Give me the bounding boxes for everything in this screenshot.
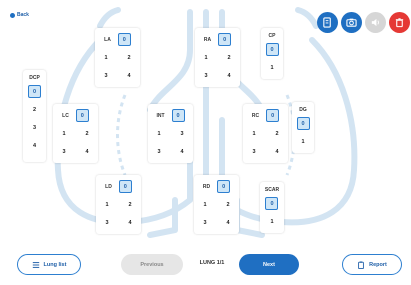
zone-dg-score-selected[interactable]: 0 (296, 117, 310, 130)
lung-list-button[interactable]: Lung list (17, 254, 81, 275)
zone-rd-score-option[interactable]: 1 (199, 198, 212, 211)
zone-int-score-option[interactable]: 3 (153, 145, 166, 158)
zone-cp: CP 0 1 (261, 28, 283, 79)
zone-rd: RD 0 12 34 (194, 175, 239, 234)
zone-int: INT 0 13 34 (148, 104, 193, 163)
zone-int-score-option[interactable]: 1 (153, 127, 166, 140)
zone-lc-title: LC (62, 112, 69, 119)
zone-ra-score-option[interactable]: 2 (223, 51, 236, 64)
zone-rd-score-option[interactable]: 3 (199, 216, 212, 229)
page-indicator: LUNG 1/1 (199, 260, 225, 266)
trash-icon (395, 18, 404, 28)
zone-ld-score-option[interactable]: 4 (124, 216, 137, 229)
camera-icon (346, 18, 357, 27)
top-toolbar (317, 12, 410, 33)
zone-int-score-selected[interactable]: 0 (171, 109, 185, 122)
lung-list-label: Lung list (43, 261, 67, 268)
zone-rd-score-option[interactable]: 2 (222, 198, 235, 211)
zone-la-score-option[interactable]: 1 (100, 51, 113, 64)
speaker-icon (371, 18, 379, 27)
zone-dcp-score-option[interactable]: 2 (28, 103, 41, 116)
zone-ra-score-option[interactable]: 3 (200, 69, 213, 82)
zone-lc-score-option[interactable]: 3 (58, 145, 71, 158)
zone-la-score-selected[interactable]: 0 (117, 33, 131, 46)
zone-int-score-option[interactable]: 3 (176, 127, 189, 140)
zone-dcp-score-option[interactable]: 3 (28, 121, 41, 134)
zone-lc-score-option[interactable]: 4 (81, 145, 94, 158)
zone-scar-score-selected[interactable]: 0 (265, 197, 279, 210)
zone-la: LA 0 12 34 (95, 28, 140, 87)
zone-dg-title: DG (299, 107, 307, 113)
zone-rc: RC 0 12 34 (243, 104, 288, 163)
list-icon (32, 261, 39, 268)
zone-dcp: DCP 0 2 3 4 (23, 70, 46, 162)
zone-ld-score-selected[interactable]: 0 (118, 180, 132, 193)
back-button[interactable]: Back (10, 12, 29, 18)
zone-la-score-option[interactable]: 4 (123, 69, 136, 82)
zone-cp-title: CP (268, 33, 276, 39)
zone-ra-title: RA (203, 36, 212, 43)
zone-ld-title: LD (105, 183, 112, 190)
zone-ld-score-option[interactable]: 1 (101, 198, 114, 211)
zone-int-score-option[interactable]: 4 (176, 145, 189, 158)
zone-ra-score-selected[interactable]: 0 (218, 33, 232, 46)
zone-dcp-score-option[interactable]: 4 (28, 139, 41, 152)
clipboard-icon (358, 260, 364, 269)
camera-button[interactable] (341, 12, 362, 33)
zone-cp-score-option[interactable]: 1 (266, 61, 279, 74)
zone-rd-score-option[interactable]: 4 (222, 216, 235, 229)
delete-button[interactable] (389, 12, 410, 33)
zone-rc-score-option[interactable]: 1 (248, 127, 261, 140)
zone-rd-score-selected[interactable]: 0 (217, 180, 231, 193)
zone-la-score-option[interactable]: 3 (100, 69, 113, 82)
zone-dg-score-option[interactable]: 1 (297, 135, 310, 148)
zone-la-title: LA (104, 36, 111, 43)
zone-rc-score-option[interactable]: 4 (271, 145, 284, 158)
zone-dcp-score-selected[interactable]: 0 (28, 85, 41, 98)
zone-int-title: INT (156, 112, 165, 119)
back-arrow-icon (10, 12, 15, 18)
zone-scar: SCAR 0 1 (260, 182, 284, 233)
report-label: Report (369, 261, 387, 268)
document-edit-icon (323, 17, 331, 28)
zone-la-score-option[interactable]: 2 (123, 51, 136, 64)
zone-ld-score-option[interactable]: 3 (101, 216, 114, 229)
report-button[interactable]: Report (342, 254, 402, 275)
zone-scar-score-option[interactable]: 1 (266, 215, 279, 228)
zone-ra: RA 0 12 34 (195, 28, 240, 87)
zone-lc-score-selected[interactable]: 0 (75, 109, 89, 122)
zone-rc-title: RC (251, 112, 260, 119)
zone-lc-score-option[interactable]: 1 (58, 127, 71, 140)
previous-button[interactable]: Previous (121, 254, 183, 275)
zone-ld: LD 0 12 34 (96, 175, 141, 234)
zone-dg: DG 0 1 (292, 102, 314, 153)
next-button[interactable]: Next (239, 254, 299, 275)
zone-rc-score-selected[interactable]: 0 (266, 109, 280, 122)
zone-rc-score-option[interactable]: 3 (248, 145, 261, 158)
zone-dcp-title: DCP (29, 75, 40, 81)
back-label: Back (17, 12, 29, 18)
zone-ra-score-option[interactable]: 4 (223, 69, 236, 82)
zone-rc-score-option[interactable]: 2 (271, 127, 284, 140)
zone-rd-title: RD (202, 183, 211, 190)
zone-lc: LC 0 12 34 (53, 104, 98, 163)
zone-lc-score-option[interactable]: 2 (81, 127, 94, 140)
zone-ld-score-option[interactable]: 2 (124, 198, 137, 211)
previous-label: Previous (140, 261, 164, 268)
zone-scar-title: SCAR (264, 187, 280, 193)
zone-ra-score-option[interactable]: 1 (200, 51, 213, 64)
notes-button[interactable] (317, 12, 338, 33)
sound-button[interactable] (365, 12, 386, 33)
zone-cp-score-selected[interactable]: 0 (265, 43, 279, 56)
next-label: Next (263, 261, 275, 268)
